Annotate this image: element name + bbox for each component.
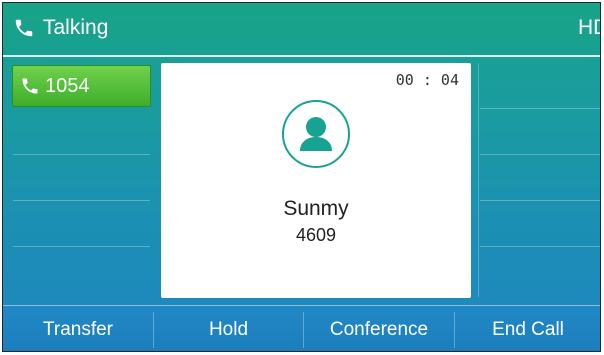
call-status-title: Talking xyxy=(43,16,109,39)
person-avatar-icon xyxy=(282,100,350,168)
hd-audio-badge: HD xyxy=(578,16,600,39)
contact-name: Sunmy xyxy=(283,197,349,220)
softkey-bar: Transfer Hold Conference End Call xyxy=(3,305,600,351)
phone-screen: Talking HD 1054 00 : 04 Sunmy 4609 Trans… xyxy=(2,2,601,352)
line-key-empty[interactable] xyxy=(13,155,150,201)
right-line-key-empty[interactable] xyxy=(480,247,600,293)
right-line-key-empty[interactable] xyxy=(480,201,600,247)
phone-handset-icon xyxy=(22,78,38,94)
transfer-button[interactable]: Transfer xyxy=(3,306,153,351)
contact-number: 4609 xyxy=(295,225,337,245)
phone-handset-icon xyxy=(15,19,33,37)
line-key-1054[interactable]: 1054 xyxy=(12,65,151,107)
right-line-key-empty[interactable] xyxy=(480,63,600,109)
line-key-empty[interactable] xyxy=(13,201,150,247)
call-timer: 00 : 04 xyxy=(395,71,459,89)
right-line-key-empty[interactable] xyxy=(480,155,600,201)
line-key-empty[interactable] xyxy=(13,247,150,293)
call-info-card: 00 : 04 Sunmy 4609 xyxy=(161,63,471,298)
right-line-key-empty[interactable] xyxy=(480,109,600,155)
line-key-label: 1054 xyxy=(45,75,90,97)
hold-button[interactable]: Hold xyxy=(154,306,303,351)
line-key-empty[interactable] xyxy=(13,109,150,155)
end-call-button[interactable]: End Call xyxy=(455,306,600,351)
conference-button[interactable]: Conference xyxy=(304,306,454,351)
title-bar: Talking HD xyxy=(3,3,600,57)
